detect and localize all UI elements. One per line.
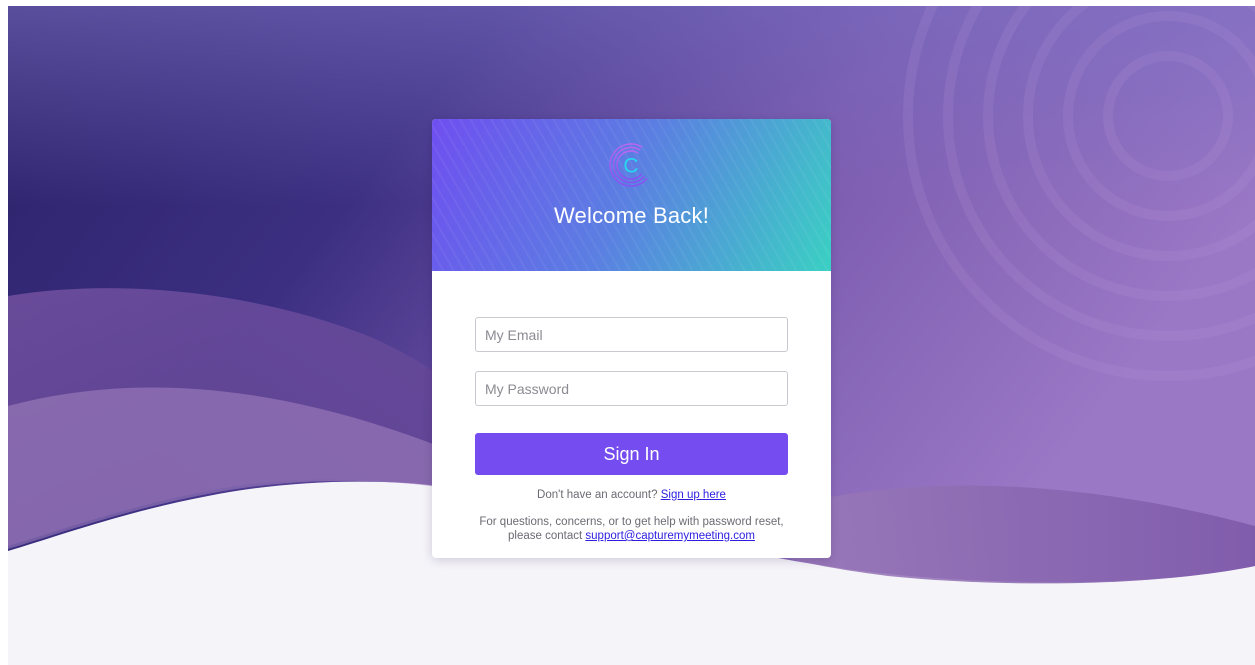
logo-letter: C [623,155,638,178]
email-input[interactable] [475,317,788,352]
help-text-line2-prefix: please contact [508,530,583,542]
sign-up-link[interactable]: Sign up here [661,489,726,501]
signup-prompt-text: Don't have an account? [537,489,658,501]
card-header: C Welcome Back! [432,119,831,271]
welcome-title: Welcome Back! [553,203,710,228]
login-card: C Welcome Back! Sign In Don't have an ac… [432,119,831,558]
login-page: C Welcome Back! Sign In Don't have an ac… [8,6,1255,665]
support-email-link[interactable]: support@capturemymeeting.com [585,530,755,542]
sign-in-button[interactable]: Sign In [475,433,788,475]
help-text: For questions, concerns, or to get help … [475,515,788,543]
help-text-line1: For questions, concerns, or to get help … [479,516,784,528]
capture-c-logo-icon: C [609,143,653,187]
login-form: Sign In Don't have an account? Sign up h… [432,271,831,543]
password-input[interactable] [475,371,788,406]
signup-prompt-line: Don't have an account? Sign up here [475,489,788,501]
